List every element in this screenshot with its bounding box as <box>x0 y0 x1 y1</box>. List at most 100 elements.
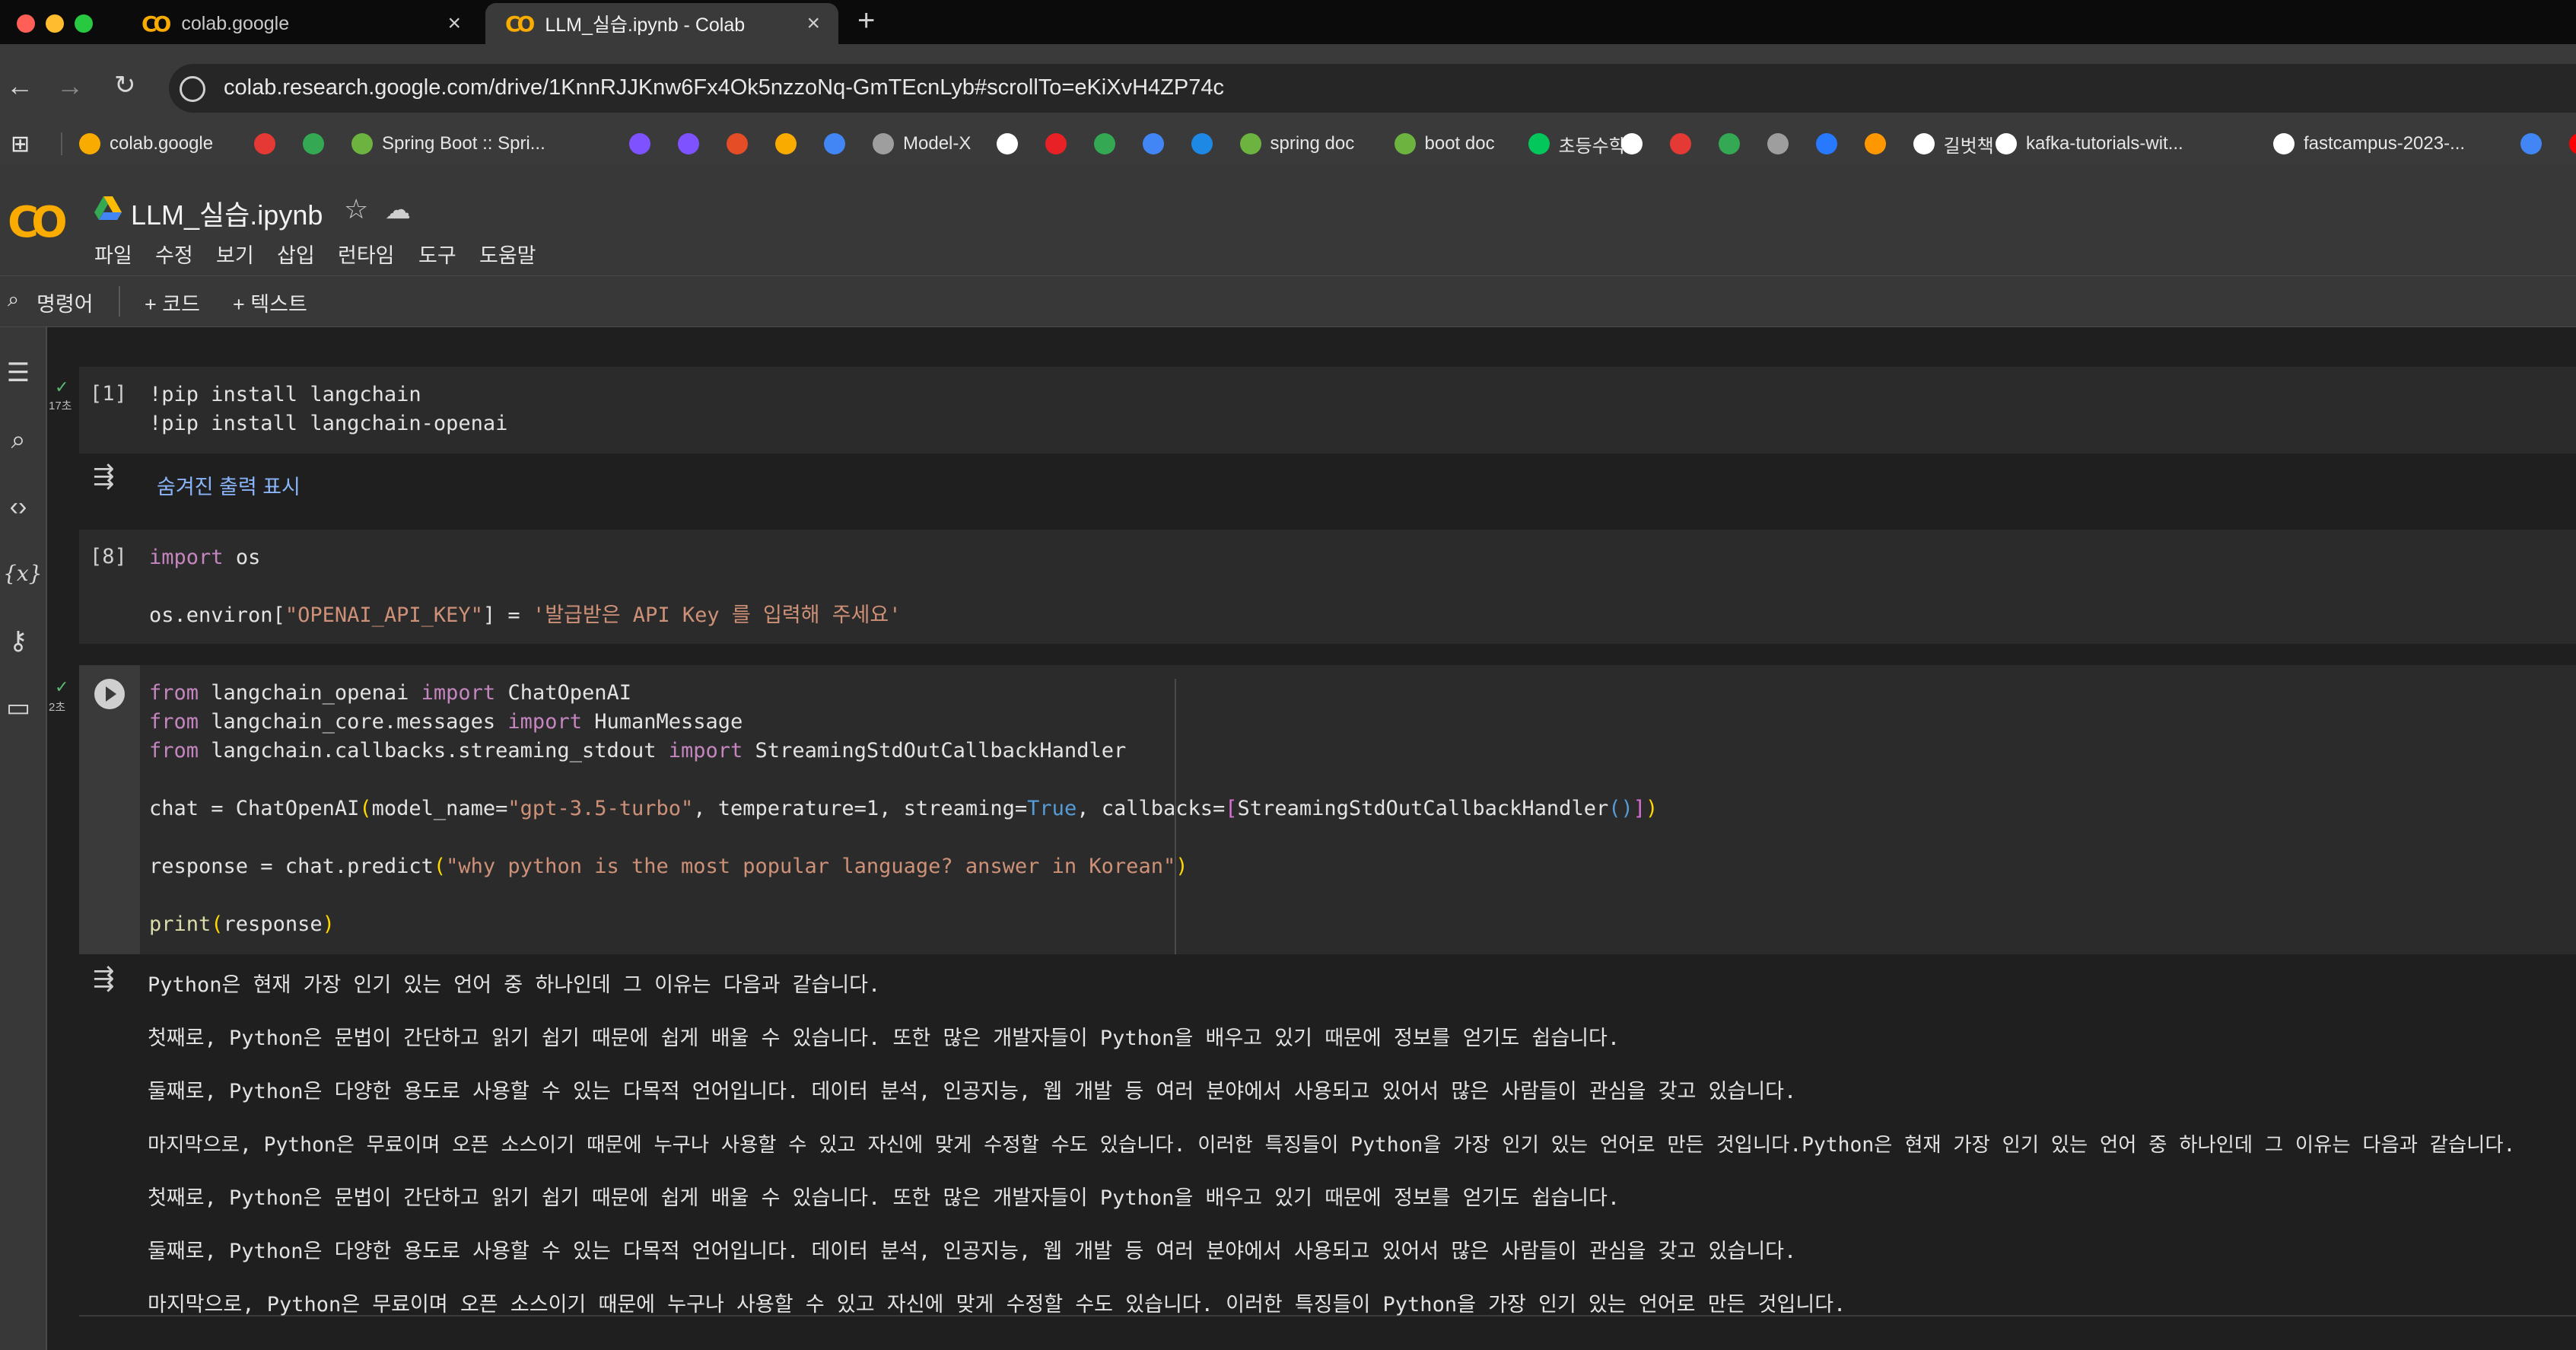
bookmark-favicon-icon <box>1996 133 2017 154</box>
bookmark-favicon-icon <box>2520 133 2542 154</box>
menu-runtime[interactable]: 런타임 <box>338 239 395 269</box>
variables-icon[interactable]: {x} <box>3 559 42 589</box>
menu-help[interactable]: 도움말 <box>479 239 536 269</box>
bookmark-item[interactable]: 초등수학 <box>1528 132 1626 157</box>
bookmark-item[interactable] <box>2520 132 2551 156</box>
url-text[interactable]: colab.research.google.com/drive/1KnnRJJK… <box>224 75 1224 100</box>
menu-edit[interactable]: 수정 <box>155 239 193 269</box>
bookmark-favicon-icon <box>2568 133 2576 154</box>
bookmark-item[interactable] <box>1767 132 1798 156</box>
menu-tools[interactable]: 도구 <box>418 239 456 269</box>
code-line[interactable]: from langchain_openai import ChatOpenAI <box>149 679 631 708</box>
command-palette-button[interactable]: 명령어 <box>37 288 94 317</box>
maximize-window-button[interactable] <box>75 14 93 33</box>
left-sidebar: ☰ ⌕ ‹› {x} ⚷ ▭ <box>0 327 47 1350</box>
colab-logo-icon: CO <box>142 11 171 37</box>
forward-arrow-icon[interactable]: → <box>56 70 84 102</box>
bookmark-item[interactable]: kafka-tutorials-wit... <box>1996 132 2183 156</box>
bookmark-item[interactable] <box>254 132 285 156</box>
bookmark-item[interactable]: 길벗책 <box>1913 132 1994 157</box>
code-line[interactable]: from langchain_core.messages import Huma… <box>149 708 743 737</box>
bookmark-favicon-icon <box>678 133 699 154</box>
google-drive-icon <box>94 196 122 220</box>
add-code-cell-button[interactable]: + 코드 <box>145 288 200 317</box>
reload-icon[interactable]: ↻ <box>114 70 136 100</box>
code-snippets-icon[interactable]: ‹› <box>3 492 33 522</box>
code-line[interactable]: import os <box>149 543 260 572</box>
bookmark-favicon-icon <box>79 133 100 154</box>
new-tab-icon[interactable]: + <box>857 4 875 38</box>
bookmark-item[interactable] <box>775 132 806 156</box>
bookmark-item[interactable] <box>727 132 757 156</box>
bookmark-item[interactable] <box>1191 132 1222 156</box>
show-hidden-output-link[interactable]: 숨겨진 출력 표시 <box>157 470 301 500</box>
close-tab-icon[interactable]: × <box>447 11 461 37</box>
bookmark-label: kafka-tutorials-wit... <box>2026 133 2183 154</box>
bookmark-item[interactable]: colab.google <box>79 132 213 156</box>
apps-grid-icon[interactable]: ⊞ <box>11 132 30 157</box>
colab-logo-icon[interactable]: CO <box>8 198 68 247</box>
bookmark-item[interactable] <box>1620 132 1652 156</box>
bookmark-item[interactable] <box>1864 132 1895 156</box>
star-icon[interactable]: ☆ <box>344 193 368 225</box>
bookmark-favicon-icon <box>351 133 373 154</box>
bookmarks-divider <box>61 132 62 155</box>
browser-tab-colab-google[interactable]: CO colab.google × <box>122 3 479 44</box>
bookmark-item[interactable] <box>824 132 854 156</box>
bookmark-item[interactable]: boot doc <box>1394 132 1495 156</box>
bookmarks-bar: ⊞ colab.google Spring Boot :: Spri... Mode… <box>0 123 2576 164</box>
bookmark-favicon-icon <box>1045 133 1067 154</box>
code-line[interactable]: os.environ["OPENAI_API_KEY"] = '발급받은 API… <box>149 601 902 630</box>
bookmark-favicon-icon <box>1815 133 1837 154</box>
close-window-button[interactable] <box>17 14 35 33</box>
run-cell-button[interactable] <box>94 679 125 709</box>
bookmark-item[interactable]: Model-X <box>873 132 971 156</box>
bookmark-item[interactable] <box>303 132 333 156</box>
output-line: 둘째로, Python은 다양한 용도로 사용할 수 있는 다목적 언어입니다.… <box>148 1080 1797 1103</box>
minimize-window-button[interactable] <box>46 14 64 33</box>
output-toggle-icon[interactable]: ⇶ <box>93 963 115 994</box>
files-folder-icon[interactable]: ▭ <box>3 693 33 723</box>
output-toggle-icon[interactable]: ⇶ <box>93 461 115 492</box>
bookmark-favicon-icon <box>2273 133 2295 154</box>
back-arrow-icon[interactable]: ← <box>6 70 33 102</box>
add-text-cell-button[interactable]: + 텍스트 <box>233 288 307 317</box>
bookmark-item[interactable] <box>996 132 1027 156</box>
bookmark-favicon-icon <box>996 133 1018 154</box>
notebook-title[interactable]: LLM_실습.ipynb <box>131 193 323 233</box>
bookmark-item[interactable] <box>678 132 708 156</box>
bookmark-favicon-icon <box>727 133 748 154</box>
menu-view[interactable]: 보기 <box>216 239 254 269</box>
cloud-saved-icon[interactable]: ☁ <box>385 195 411 225</box>
secrets-key-icon[interactable]: ⚷ <box>3 626 33 656</box>
code-line[interactable]: !pip install langchain-openai <box>149 409 507 438</box>
bookmark-item[interactable] <box>1045 132 1076 156</box>
bookmark-item[interactable] <box>1142 132 1173 156</box>
find-replace-icon[interactable]: ⌕ <box>3 425 33 455</box>
browser-tab-notebook[interactable]: CO LLM_실습.ipynb - Colab × <box>485 3 838 44</box>
bookmark-item[interactable] <box>1093 132 1124 156</box>
bookmark-item[interactable] <box>1815 132 1846 156</box>
cell-output-area <box>79 454 2576 501</box>
close-tab-icon[interactable]: × <box>806 11 820 37</box>
bookmark-item[interactable] <box>629 132 660 156</box>
bookmark-item[interactable]: 파 <box>2568 132 2576 156</box>
bookmark-item[interactable]: fastcampus-2023-... <box>2273 132 2465 156</box>
menu-file[interactable]: 파일 <box>94 239 132 269</box>
code-line[interactable]: response = chat.predict("why python is t… <box>149 852 1188 881</box>
table-of-contents-icon[interactable]: ☰ <box>3 358 33 388</box>
search-icon[interactable]: ⌕ <box>8 288 19 312</box>
bookmark-item[interactable]: Spring Boot :: Spri... <box>351 132 545 156</box>
bookmark-item[interactable]: spring doc <box>1239 132 1354 156</box>
bookmark-item[interactable] <box>1718 132 1749 156</box>
menu-insert[interactable]: 삽입 <box>277 239 315 269</box>
code-line[interactable]: print(response) <box>149 910 335 939</box>
bookmark-favicon-icon <box>775 133 797 154</box>
code-line[interactable]: from langchain.callbacks.streaming_stdou… <box>149 737 1126 766</box>
code-line[interactable]: !pip install langchain <box>149 380 421 409</box>
code-line[interactable]: chat = ChatOpenAI(model_name="gpt-3.5-tu… <box>149 794 1658 823</box>
bookmark-favicon-icon <box>1620 133 1643 154</box>
site-info-icon[interactable] <box>180 76 205 102</box>
output-line: 첫째로, Python은 문법이 간단하고 읽기 쉽기 때문에 쉽게 배울 수 … <box>148 1186 1620 1210</box>
bookmark-item[interactable] <box>1669 132 1700 156</box>
